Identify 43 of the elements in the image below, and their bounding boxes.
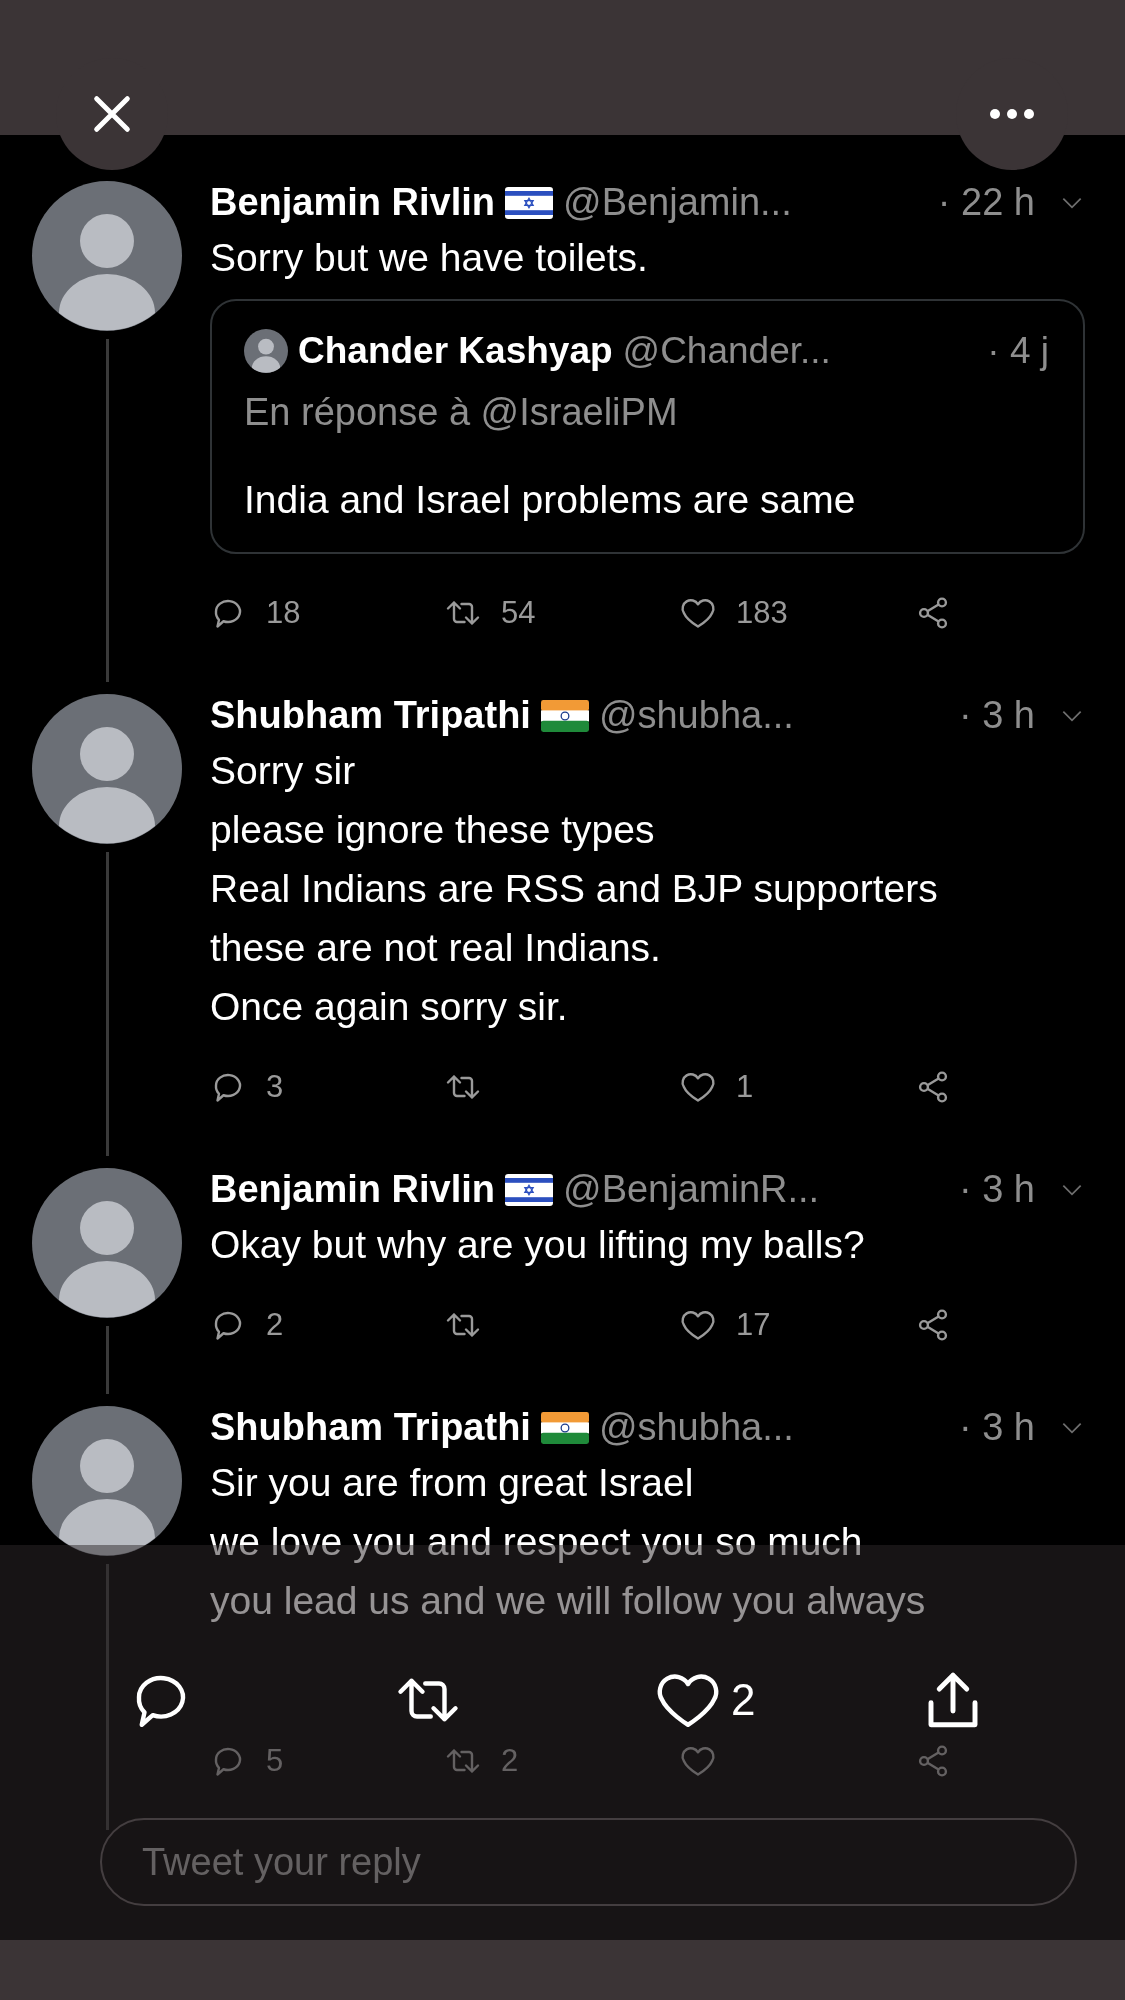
- author-name: Shubham Tripathi: [210, 1406, 531, 1449]
- quoted-tweet-card[interactable]: Chander Kashyap @Chander... · 4 j En réponse à @IsraeliPM India and Israel problems are same: [210, 299, 1085, 554]
- author-handle: @Benjamin...: [563, 181, 792, 224]
- author-name: Benjamin Rivlin: [210, 1168, 496, 1211]
- author-name: Shubham Tripathi: [210, 694, 531, 737]
- count-label: 2: [266, 1307, 284, 1343]
- avatar-placeholder[interactable]: [32, 694, 182, 844]
- count-label: 183: [736, 595, 788, 631]
- count-label: 5: [266, 1743, 284, 1779]
- avatar-placeholder[interactable]: [244, 329, 288, 373]
- timestamp: · 3 h: [958, 694, 1035, 737]
- author-handle: @shubha...: [598, 694, 794, 737]
- tweet-text: Sir you are from great Israel we love you and respect you so much you lead us and we will follow you always: [210, 1460, 927, 1624]
- author-handle: @BenjaminR...: [563, 1168, 820, 1211]
- tweet-text: Sorry sir please ignore these types Real Indians are RSS and BJP supporters these are not real Indians. Once again sorry sir.: [210, 748, 939, 1030]
- count-label: 2: [501, 1743, 519, 1779]
- count-label: 3: [266, 1069, 284, 1105]
- count-label: 1: [736, 1069, 754, 1105]
- more-icon: [987, 107, 1037, 121]
- timestamp: · 3 h: [958, 1168, 1035, 1211]
- timestamp: · 3 h: [958, 1406, 1035, 1449]
- timestamp: · 4 j: [987, 330, 1049, 372]
- flag-icon: [540, 1411, 589, 1444]
- author-name: Benjamin Rivlin: [210, 181, 496, 224]
- quoted-tweet-text: India and Israel problems are same: [244, 478, 857, 522]
- count-label: 54: [501, 595, 536, 631]
- count-label: 18: [266, 595, 301, 631]
- avatar-placeholder[interactable]: [32, 1168, 182, 1318]
- flag-icon: [505, 1173, 554, 1206]
- avatar-placeholder[interactable]: [32, 1406, 182, 1556]
- timestamp: · 22 h: [937, 181, 1035, 224]
- tweet-text: Okay but why are you lifting my balls?: [210, 1222, 866, 1268]
- avatar-placeholder[interactable]: [32, 181, 182, 331]
- author-name: Chander Kashyap: [298, 330, 613, 372]
- reply-to-label: En réponse à @IsraeliPM: [244, 391, 679, 434]
- author-handle: @shubha...: [598, 1406, 794, 1449]
- tweet-text: Sorry but we have toilets.: [210, 235, 649, 281]
- count-label: 17: [736, 1307, 771, 1343]
- flag-icon: [505, 186, 554, 219]
- author-handle: @Chander...: [622, 330, 831, 372]
- reply-input-field[interactable]: Tweet your reply: [100, 1818, 1077, 1906]
- flag-icon: [540, 699, 589, 732]
- like-button[interactable]: 2: [655, 1667, 756, 1733]
